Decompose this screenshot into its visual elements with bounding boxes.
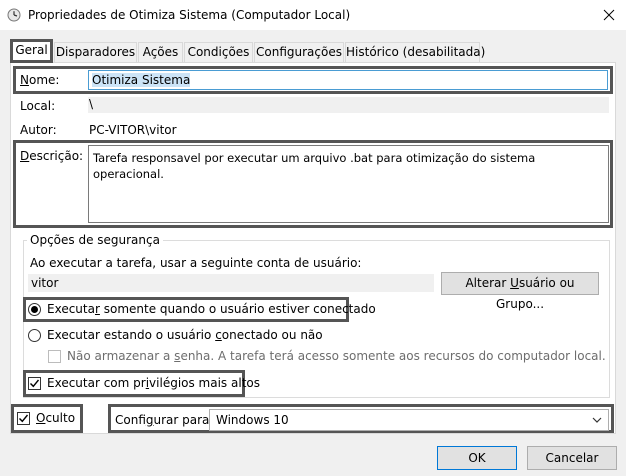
no-store-password-label: Não armazenar a senha. A tarefa terá ace…	[67, 349, 606, 363]
configure-for-value: Windows 10	[216, 413, 289, 427]
location-field: \	[88, 97, 609, 113]
radio-button[interactable]	[28, 328, 41, 342]
checkbox-hidden[interactable]: Oculto	[17, 411, 75, 425]
user-account-field: vitor	[28, 274, 434, 292]
user-account-value: vitor	[31, 276, 59, 290]
author-value: PC-VITOR\vitor	[89, 123, 177, 137]
tab-condicoes[interactable]: Condições	[184, 42, 253, 62]
highest-privileges-label: Executar com privilégios mais altos	[47, 376, 260, 390]
tab-disparadores[interactable]: Disparadores	[54, 42, 137, 62]
chevron-down-icon	[592, 417, 602, 423]
window-title: Propriedades de Otimiza Sistema (Computa…	[28, 8, 351, 22]
clock-icon	[7, 8, 21, 22]
change-user-button[interactable]: Alterar Usuário ou Grupo...	[441, 272, 599, 311]
description-textarea[interactable]: Tarefa responsavel por executar um arqui…	[88, 145, 609, 223]
ok-button[interactable]: OK	[437, 446, 517, 470]
run-as-text: Ao executar a tarefa, usar a seguinte co…	[30, 256, 362, 270]
title-bar: Propriedades de Otimiza Sistema (Computa…	[0, 0, 626, 30]
radio-button-selected[interactable]	[28, 302, 41, 316]
configure-for-select[interactable]: Windows 10	[209, 409, 609, 431]
tab-historico[interactable]: Histórico (desabilitada)	[345, 42, 485, 62]
radio-run-logged-on[interactable]: Executar somente quando o usuário estive…	[28, 302, 376, 316]
configure-for-label: Configurar para:	[115, 413, 214, 427]
name-label: Nome:	[20, 73, 60, 87]
tab-acoes[interactable]: Ações	[138, 42, 183, 62]
checkbox-highest-privileges[interactable]: Executar com privilégios mais altos	[28, 376, 260, 390]
security-options-legend: Opções de segurança	[27, 233, 163, 247]
close-icon	[603, 9, 615, 21]
cancel-button[interactable]: Cancelar	[527, 446, 617, 470]
radio-run-any-label: Executar estando o usuário conectado ou …	[47, 328, 323, 342]
checkbox-disabled[interactable]	[48, 349, 61, 363]
checkbox-no-store-password[interactable]: Não armazenar a senha. A tarefa terá ace…	[48, 349, 606, 363]
description-label: Descrição:	[20, 149, 84, 163]
close-button[interactable]	[592, 2, 626, 28]
tab-geral[interactable]: Geral	[10, 39, 53, 63]
checkmark-icon	[19, 414, 29, 422]
name-input[interactable]: Otimiza Sistema	[88, 70, 608, 90]
location-label: Local:	[20, 99, 56, 113]
location-value: \	[89, 97, 94, 111]
author-label: Autor:	[20, 123, 57, 137]
radio-run-logged-on-label: Executar somente quando o usuário estive…	[47, 302, 376, 316]
checkbox-checked[interactable]	[28, 376, 41, 390]
tab-configuracoes[interactable]: Configurações	[254, 42, 344, 62]
radio-run-any[interactable]: Executar estando o usuário conectado ou …	[28, 328, 323, 342]
checkmark-icon	[30, 379, 40, 387]
hidden-label: Oculto	[36, 411, 76, 425]
checkbox-checked[interactable]	[17, 411, 30, 425]
